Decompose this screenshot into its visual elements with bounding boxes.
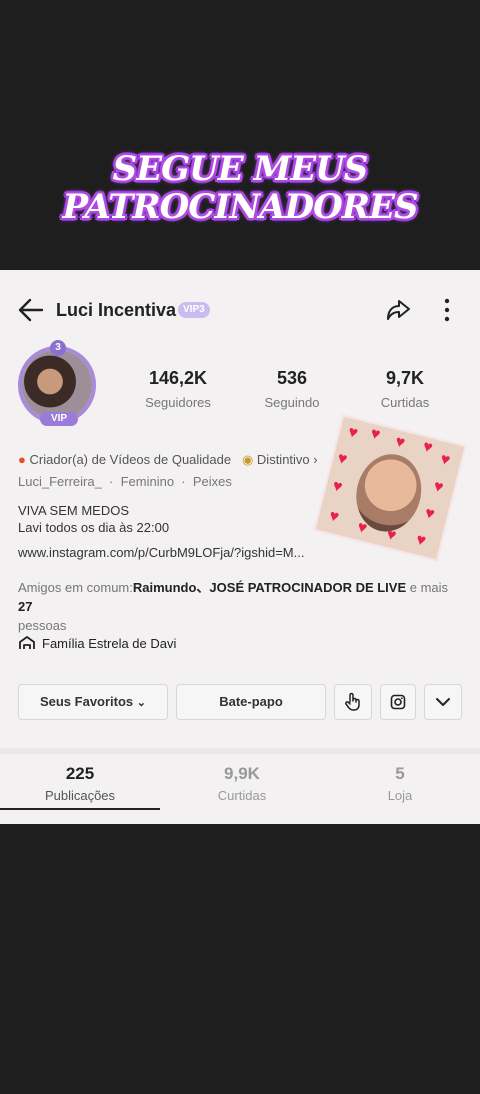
friends-prefix: Amigos em comum: <box>18 580 133 595</box>
tab-value: 5 <box>395 764 405 783</box>
interact-button[interactable] <box>334 684 372 720</box>
heart-icon: ♥ <box>355 518 369 538</box>
chevron-down-icon <box>436 698 450 706</box>
tab-publications[interactable]: 225 Publicações <box>0 764 160 803</box>
stat-value: 536 <box>276 368 308 388</box>
vip-ribbon: VIP <box>40 412 78 426</box>
friends-middle: e mais <box>406 580 449 595</box>
back-arrow-icon[interactable] <box>16 296 46 324</box>
bio-line-1: VIVA SEM MEDOS <box>18 503 130 518</box>
heart-icon: ♥ <box>368 424 382 444</box>
creator-line[interactable]: ● Criador(a) de Vídeos de Qualidade ◉ Di… <box>18 452 318 468</box>
chat-button[interactable]: Bate-papo <box>176 684 326 720</box>
tab-label: Publicações <box>44 788 116 803</box>
heart-icon: ♥ <box>431 477 446 497</box>
stat-followers[interactable]: 146,2K Seguidores <box>128 368 228 410</box>
vip-level-tag: VIP3 <box>178 302 210 318</box>
username: Luci_Ferreira_ <box>18 474 102 489</box>
distinctive-icon: ◉ <box>241 452 254 467</box>
avatar-photo <box>22 350 92 420</box>
creator-label: Criador(a) de Vídeos de Qualidade <box>29 452 232 467</box>
zodiac-sign: Peixes <box>192 474 232 489</box>
mutual-friends[interactable]: Amigos em comum:Raimundo、JOSÉ PATROCINAD… <box>18 578 464 635</box>
heart-icon: ♥ <box>330 477 345 497</box>
top-bar: Luci Incentiva VIP3 <box>0 292 480 328</box>
instagram-button[interactable] <box>380 684 416 720</box>
banner-line-1: SEGUE MEUS <box>112 149 369 189</box>
tab-label: Loja <box>387 788 413 803</box>
heart-icon: ♥ <box>421 438 435 457</box>
favorites-label: Seus Favoritos <box>39 694 134 709</box>
stat-likes[interactable]: 9,7K Curtidas <box>355 368 455 410</box>
profile-title: Luci Incentiva <box>56 300 177 320</box>
heart-icon: ♥ <box>393 433 407 452</box>
stat-value: 146,2K <box>148 368 208 388</box>
heart-icon: ♥ <box>438 450 452 470</box>
family-link[interactable]: Família Estrela de Davi <box>18 635 176 651</box>
tab-value: 225 <box>65 764 95 783</box>
avatar[interactable]: 3 VIP <box>14 340 104 430</box>
banner-line-2: PATROCINADORES <box>62 187 418 227</box>
expand-button[interactable] <box>424 684 462 720</box>
tab-shop[interactable]: 5 Loja <box>320 764 480 803</box>
heart-icon: ♥ <box>423 504 437 524</box>
creator-badge-icon: ● <box>18 452 26 467</box>
active-tab-indicator <box>0 808 160 810</box>
tab-value: 9,9K <box>224 764 260 783</box>
family-house-icon <box>19 636 35 649</box>
profile-meta: Luci_Ferreira_ · Feminino · Peixes <box>18 474 232 489</box>
stat-label: Seguindo <box>264 395 320 410</box>
hearts-photo-sticker: ♥ ♥ ♥ ♥ ♥ ♥ ♥ ♥ ♥ ♥ ♥ ♥ ♥ <box>313 414 467 562</box>
level-badge: 3 <box>50 340 66 356</box>
chevron-right-icon: › <box>313 452 318 467</box>
heart-icon: ♥ <box>414 531 428 550</box>
chat-label: Bate-papo <box>219 694 283 709</box>
heart-icon: ♥ <box>335 449 349 469</box>
section-divider <box>0 748 480 754</box>
chevron-down-icon: ⌄ <box>136 697 147 709</box>
promo-banner: SEGUE MEUS PATROCINADORES <box>0 150 480 226</box>
friends-names: Raimundo、JOSÉ PATROCINADOR DE LIVE <box>132 580 407 595</box>
friends-suffix: pessoas <box>18 618 67 633</box>
stat-value: 9,7K <box>385 368 425 388</box>
tab-likes[interactable]: 9,9K Curtidas <box>162 764 322 803</box>
favorites-button[interactable]: Seus Favoritos ⌄ <box>18 684 168 720</box>
heart-icon: ♥ <box>346 423 360 443</box>
tab-label: Curtidas <box>217 788 267 803</box>
friends-count: 27 <box>18 599 33 614</box>
bio-link[interactable]: www.instagram.com/p/CurbM9LOFja/?igshid=… <box>18 545 304 560</box>
distinctive-label: Distintivo <box>256 452 310 467</box>
stat-label: Seguidores <box>145 395 211 410</box>
instagram-icon <box>390 694 406 710</box>
heart-icon: ♥ <box>327 507 341 527</box>
bio-line-2: Lavi todos os dia às 22:00 <box>18 520 170 535</box>
hand-pointer-icon <box>345 692 360 711</box>
stat-following[interactable]: 536 Seguindo <box>242 368 342 410</box>
profile-card: Luci Incentiva VIP3 3 VIP 146,2K Seguido… <box>0 270 480 824</box>
more-options-icon[interactable] <box>436 296 458 324</box>
gender: Feminino <box>120 474 175 489</box>
stat-label: Curtidas <box>380 395 430 410</box>
share-icon[interactable] <box>384 296 412 324</box>
family-label: Família Estrela de Davi <box>42 636 177 651</box>
